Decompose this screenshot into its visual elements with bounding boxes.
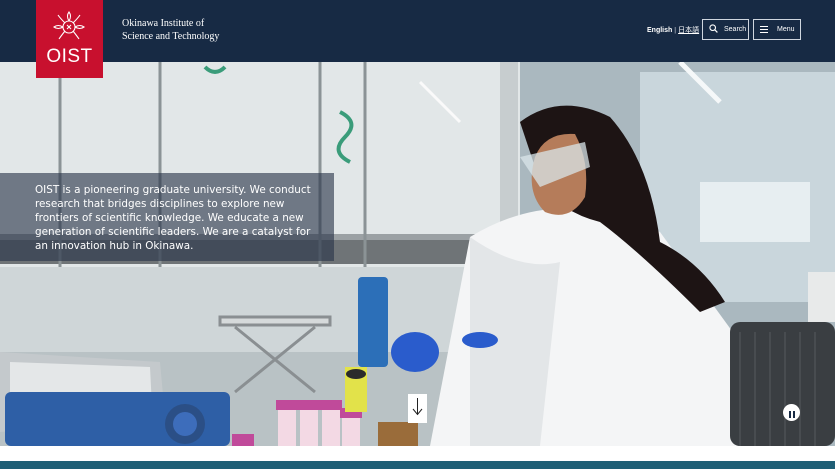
search-icon (709, 24, 718, 35)
language-switcher: English | 日本語 (647, 25, 699, 35)
logo-wordmark: OIST (46, 46, 93, 67)
scroll-down-button[interactable] (408, 394, 427, 423)
site-header: OIST Okinawa Institute of Science and Te… (0, 0, 835, 78)
search-label: Search (724, 26, 747, 33)
hero-video: OIST is a pioneering graduate university… (0, 62, 835, 446)
oist-emblem-icon (53, 11, 85, 40)
lang-separator: | (674, 27, 677, 34)
arrow-down-icon (412, 397, 423, 420)
institute-name[interactable]: Okinawa Institute of Science and Technol… (122, 17, 262, 43)
pause-button[interactable] (783, 404, 800, 421)
institute-name-line1: Okinawa Institute of (122, 18, 205, 29)
hero-tagline: OIST is a pioneering graduate university… (35, 184, 311, 252)
hamburger-icon (760, 25, 768, 35)
menu-button[interactable]: Menu (753, 19, 801, 40)
next-section-band (0, 461, 835, 469)
pause-icon (788, 403, 796, 422)
hero-text-overlay: OIST is a pioneering graduate university… (0, 173, 334, 261)
menu-label: Menu (777, 26, 795, 33)
institute-name-line2: Science and Technology (122, 31, 220, 42)
content-divider (0, 446, 835, 461)
lang-english-link[interactable]: English (647, 27, 672, 34)
lang-japanese-link[interactable]: 日本語 (678, 27, 699, 34)
search-button[interactable]: Search (702, 19, 749, 40)
oist-logo[interactable]: OIST (36, 0, 103, 78)
